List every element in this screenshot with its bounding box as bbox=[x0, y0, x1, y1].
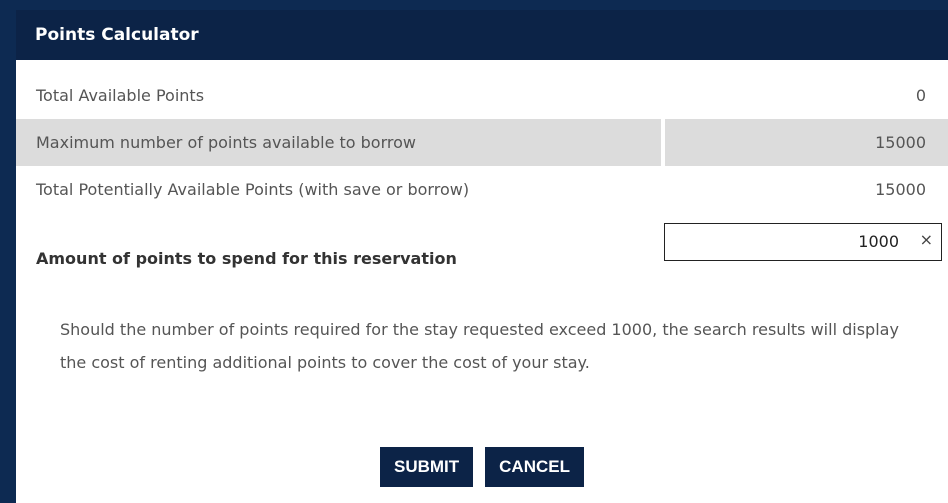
points-calculator-dialog: Points Calculator Total Available Points… bbox=[16, 10, 948, 503]
submit-button[interactable]: SUBMIT bbox=[379, 447, 474, 487]
spend-points-field: × bbox=[664, 223, 942, 261]
total-available-points-value: 0 bbox=[915, 86, 926, 105]
max-borrow-points-value: 15000 bbox=[875, 133, 926, 152]
spend-points-label: Amount of points to spend for this reser… bbox=[36, 249, 457, 268]
dialog-buttons: SUBMIT CANCEL bbox=[16, 447, 948, 487]
spend-points-row: Amount of points to spend for this reser… bbox=[16, 213, 948, 273]
total-potential-points-value: 15000 bbox=[875, 180, 926, 199]
max-borrow-points-row: Maximum number of points available to bo… bbox=[16, 119, 948, 166]
total-potential-points-label: Total Potentially Available Points (with… bbox=[36, 180, 470, 199]
total-potential-points-row: Total Potentially Available Points (with… bbox=[16, 166, 948, 213]
close-icon[interactable]: × bbox=[920, 230, 933, 249]
dialog-title: Points Calculator bbox=[35, 25, 199, 45]
dialog-header: Points Calculator bbox=[16, 10, 948, 60]
points-note: Should the number of points required for… bbox=[60, 320, 899, 372]
cancel-button[interactable]: CANCEL bbox=[485, 447, 584, 487]
max-borrow-points-label: Maximum number of points available to bo… bbox=[36, 133, 416, 152]
spend-points-input[interactable] bbox=[669, 226, 899, 256]
total-available-points-label: Total Available Points bbox=[36, 86, 205, 105]
total-available-points-row: Total Available Points 0 bbox=[16, 72, 948, 119]
